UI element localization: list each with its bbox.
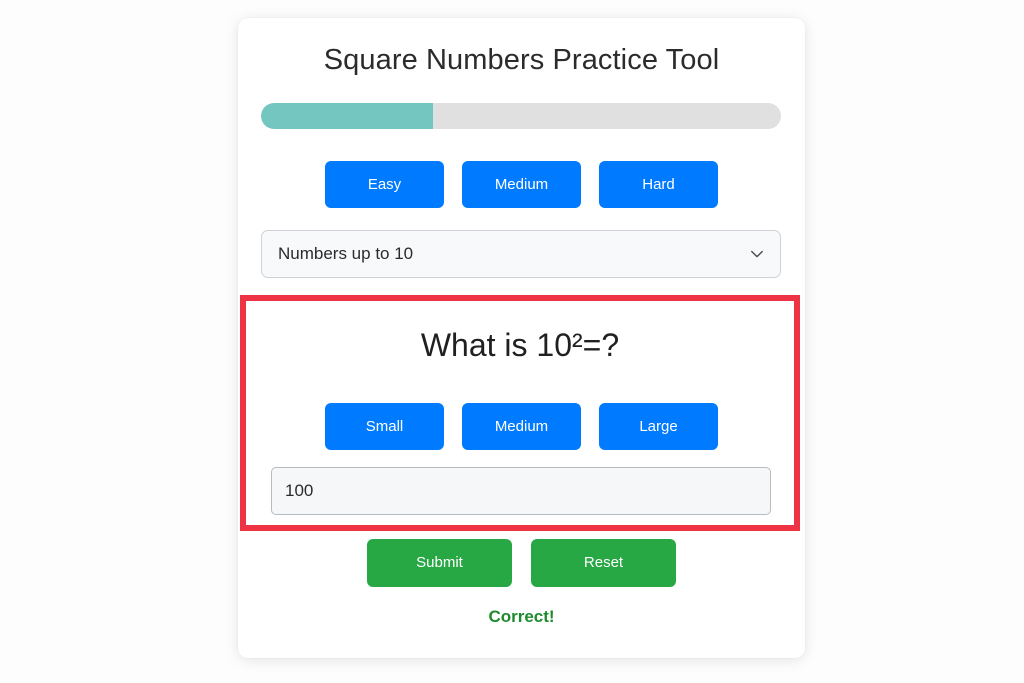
feedback-message: Correct! [488, 607, 555, 626]
number-range-select[interactable]: Numbers up to 10 [261, 230, 781, 278]
submit-button[interactable]: Submit [367, 539, 512, 587]
difficulty-button-easy[interactable]: Easy [325, 161, 444, 208]
app-root: Square Numbers Practice Tool Easy Medium… [0, 0, 1024, 683]
number-range-select-value: Numbers up to 10 [278, 244, 414, 263]
progress-bar [261, 103, 781, 129]
size-button-large[interactable]: Large [599, 403, 718, 450]
answer-input[interactable] [271, 467, 771, 515]
reset-button[interactable]: Reset [531, 539, 676, 587]
number-range-select-wrapper: Numbers up to 10 [261, 230, 781, 278]
chevron-down-icon [750, 247, 764, 261]
difficulty-button-medium[interactable]: Medium [462, 161, 581, 208]
difficulty-button-group: Easy Medium Hard [238, 161, 805, 208]
size-button-medium[interactable]: Medium [462, 403, 581, 450]
action-button-group: Submit Reset [238, 539, 805, 587]
question-text: What is 10²=? [420, 327, 620, 363]
size-button-group: Small Medium Large [238, 403, 805, 450]
size-button-small[interactable]: Small [325, 403, 444, 450]
progress-bar-fill [261, 103, 433, 129]
difficulty-button-hard[interactable]: Hard [599, 161, 718, 208]
page-title: Square Numbers Practice Tool [323, 44, 720, 76]
practice-card: Square Numbers Practice Tool Easy Medium… [238, 18, 805, 658]
